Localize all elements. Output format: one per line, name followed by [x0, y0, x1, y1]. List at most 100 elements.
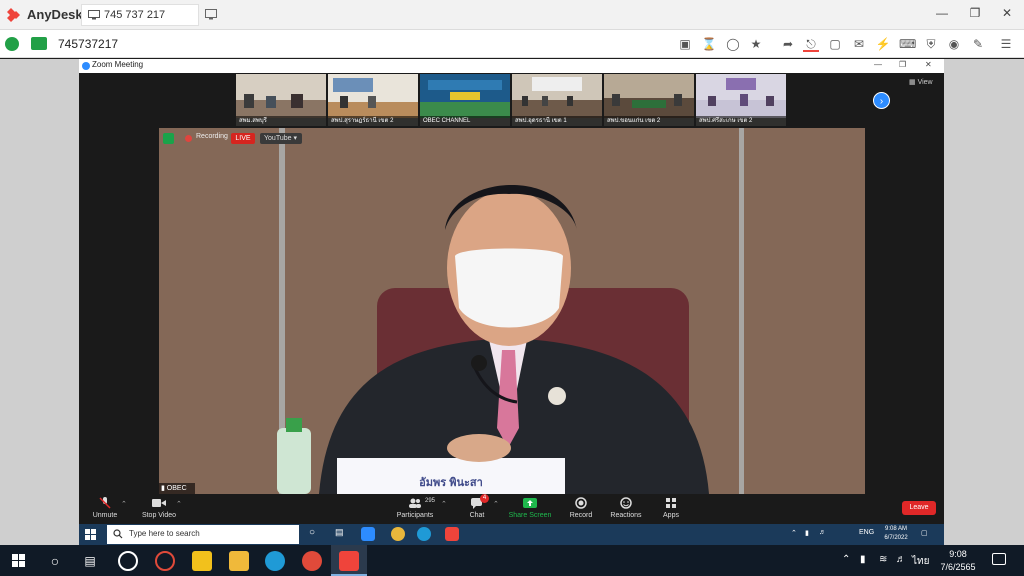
- edge-icon[interactable]: [265, 551, 285, 571]
- zoom-logo-icon: [82, 62, 90, 70]
- reactions-icon: [620, 497, 632, 509]
- screen-icon[interactable]: ▢: [827, 36, 843, 52]
- zoom-minimize-icon[interactable]: —: [874, 60, 882, 69]
- recording-label: Recording: [196, 133, 228, 140]
- host-time: 9:08: [949, 549, 967, 559]
- remote-desk-icon: [31, 37, 47, 50]
- file-explorer-icon[interactable]: [229, 551, 249, 571]
- apps-label: Apps: [663, 512, 679, 519]
- sticky-notes-icon[interactable]: [192, 551, 212, 571]
- zoom-close-icon[interactable]: ✕: [925, 60, 932, 69]
- thumbnail-label: สพป.สุราษฎร์ธานี เขต 2: [328, 116, 418, 126]
- thumbnail-video: [236, 74, 326, 118]
- thumbnail-video: [420, 74, 510, 118]
- new-tab-icon[interactable]: [205, 9, 217, 20]
- task-view-icon[interactable]: ▤: [80, 551, 100, 571]
- anydesk-logo-icon: [7, 8, 20, 22]
- file-transfer-icon[interactable]: ➦: [780, 36, 796, 52]
- record-label: Record: [569, 512, 593, 519]
- remote-clock[interactable]: 9:08 AM 6/7/2022: [879, 525, 913, 543]
- remote-language[interactable]: ENG: [859, 529, 874, 536]
- audio-options-caret-icon[interactable]: ⌃: [121, 500, 127, 508]
- session-tab[interactable]: 745 737 217: [81, 4, 199, 26]
- zoom-titlebar: Zoom Meeting — ❐ ✕: [79, 59, 944, 73]
- encryption-shield-icon[interactable]: [163, 133, 174, 144]
- participant-thumbnail[interactable]: สพป.อุดรธานี เขต 1: [512, 74, 602, 126]
- windows-start-icon[interactable]: [12, 554, 25, 567]
- speaker-nameplate: อัมพร พินะสา: [419, 477, 483, 489]
- chat-badge: 4: [480, 494, 489, 503]
- apps-button[interactable]: Apps: [641, 497, 701, 519]
- database-icon[interactable]: ◯: [725, 36, 741, 52]
- menu-icon[interactable]: ☰: [998, 36, 1014, 52]
- participants-button[interactable]: Participants: [385, 497, 445, 519]
- chat-caret-icon[interactable]: ⌃: [493, 500, 499, 508]
- host-clock[interactable]: 9:08 7/6/2565: [932, 548, 984, 574]
- obs-icon[interactable]: [155, 551, 175, 571]
- actions-icon[interactable]: ⎋: [803, 36, 819, 52]
- minimize-icon[interactable]: —: [934, 6, 950, 20]
- windows-start-icon[interactable]: [85, 529, 96, 540]
- task-view-icon[interactable]: ▤: [335, 527, 349, 541]
- participant-thumbnail[interactable]: สพป.สุราษฎร์ธานี เขต 2: [328, 74, 418, 126]
- view-button[interactable]: ▦ View: [909, 78, 933, 86]
- star-icon[interactable]: ★: [748, 36, 764, 52]
- leave-button[interactable]: Leave: [902, 501, 936, 515]
- zoom-app-icon[interactable]: [361, 527, 375, 541]
- tray-volume-icon[interactable]: ♬: [896, 554, 906, 565]
- participant-thumbnail[interactable]: สพป.ศรีสะเกษ เขต 2: [696, 74, 786, 126]
- participant-thumbnail[interactable]: สพป.ขอนแก่น เขต 2: [604, 74, 694, 126]
- host-date: 7/6/2565: [940, 562, 976, 572]
- record-icon[interactable]: ◉: [946, 36, 962, 52]
- thumbnail-video: [328, 74, 418, 118]
- remote-desktop-left: [0, 59, 79, 545]
- live-badge[interactable]: LIVE: [231, 133, 255, 144]
- screen-recorder-icon[interactable]: [118, 551, 138, 571]
- thumbnail-label: สพป.ศรีสะเกษ เขต 2: [696, 116, 786, 126]
- chat-icon[interactable]: ✉: [851, 36, 867, 52]
- zoom-window-title: Zoom Meeting: [92, 60, 144, 69]
- close-icon[interactable]: ✕: [999, 6, 1015, 20]
- lightning-icon[interactable]: ⚡: [875, 36, 891, 52]
- speaker-name-label: ▮ OBEC: [159, 483, 195, 494]
- anydesk-toolbar: 745737217 ▣ ⌛ ◯ ★ ➦ ⎋ ▢ ✉ ⚡ ⌨ ⛨ ◉ ✎ ☰: [0, 30, 1024, 58]
- chrome-icon[interactable]: [391, 527, 405, 541]
- anydesk-app-icon[interactable]: [445, 527, 459, 541]
- tray-network-icon[interactable]: ▮: [805, 529, 809, 537]
- edge-icon[interactable]: [417, 527, 431, 541]
- participants-caret-icon[interactable]: ⌃: [441, 500, 447, 508]
- thumbnail-video: [512, 74, 602, 118]
- restore-icon[interactable]: ❐: [967, 6, 983, 20]
- anydesk-app-icon[interactable]: [339, 551, 359, 571]
- pen-icon[interactable]: ✎: [970, 36, 986, 52]
- chrome-icon[interactable]: [302, 551, 322, 571]
- microphone-muted-icon: [99, 497, 111, 509]
- zoom-window: Zoom Meeting — ❐ ✕ สพม.สพบุรี สพป.สุราษฎ…: [79, 59, 944, 524]
- cortana-icon[interactable]: ○: [309, 527, 323, 541]
- remote-notification-icon[interactable]: ▢: [921, 529, 928, 537]
- youtube-dropdown[interactable]: YouTube ▾: [260, 133, 302, 144]
- thumbnail-video: [604, 74, 694, 118]
- remote-search-box[interactable]: Type here to search: [107, 525, 299, 544]
- participant-thumbnail[interactable]: OBEC CHANNEL: [420, 74, 510, 126]
- notification-center-icon[interactable]: [992, 553, 1006, 565]
- tray-volume-icon[interactable]: ♬: [819, 529, 826, 536]
- participant-thumbnail[interactable]: สพม.สพบุรี: [236, 74, 326, 126]
- hourglass-icon[interactable]: ⌛: [701, 36, 717, 52]
- tray-chevron-icon[interactable]: ⌃: [791, 529, 797, 537]
- next-page-icon[interactable]: ›: [873, 92, 890, 109]
- zoom-restore-icon[interactable]: ❐: [899, 60, 906, 69]
- youtube-label: YouTube: [264, 135, 292, 142]
- tray-chevron-icon[interactable]: ⌃: [842, 554, 850, 565]
- shield-icon[interactable]: ⛨: [923, 36, 939, 52]
- participants-count: 295: [425, 498, 436, 504]
- keyboard-icon[interactable]: ⌨: [899, 36, 916, 52]
- tray-battery-icon[interactable]: ▮: [860, 554, 866, 565]
- anydesk-brand: AnyDesk: [27, 7, 83, 22]
- host-language[interactable]: ไทย: [912, 554, 929, 569]
- display-icon[interactable]: ▣: [677, 36, 693, 52]
- cortana-icon[interactable]: ○: [45, 551, 65, 571]
- remote-screen: Zoom Meeting — ❐ ✕ สพม.สพบุรี สพป.สุราษฎ…: [0, 59, 1024, 545]
- video-options-caret-icon[interactable]: ⌃: [176, 500, 182, 508]
- tray-wifi-icon[interactable]: ≋: [879, 554, 887, 565]
